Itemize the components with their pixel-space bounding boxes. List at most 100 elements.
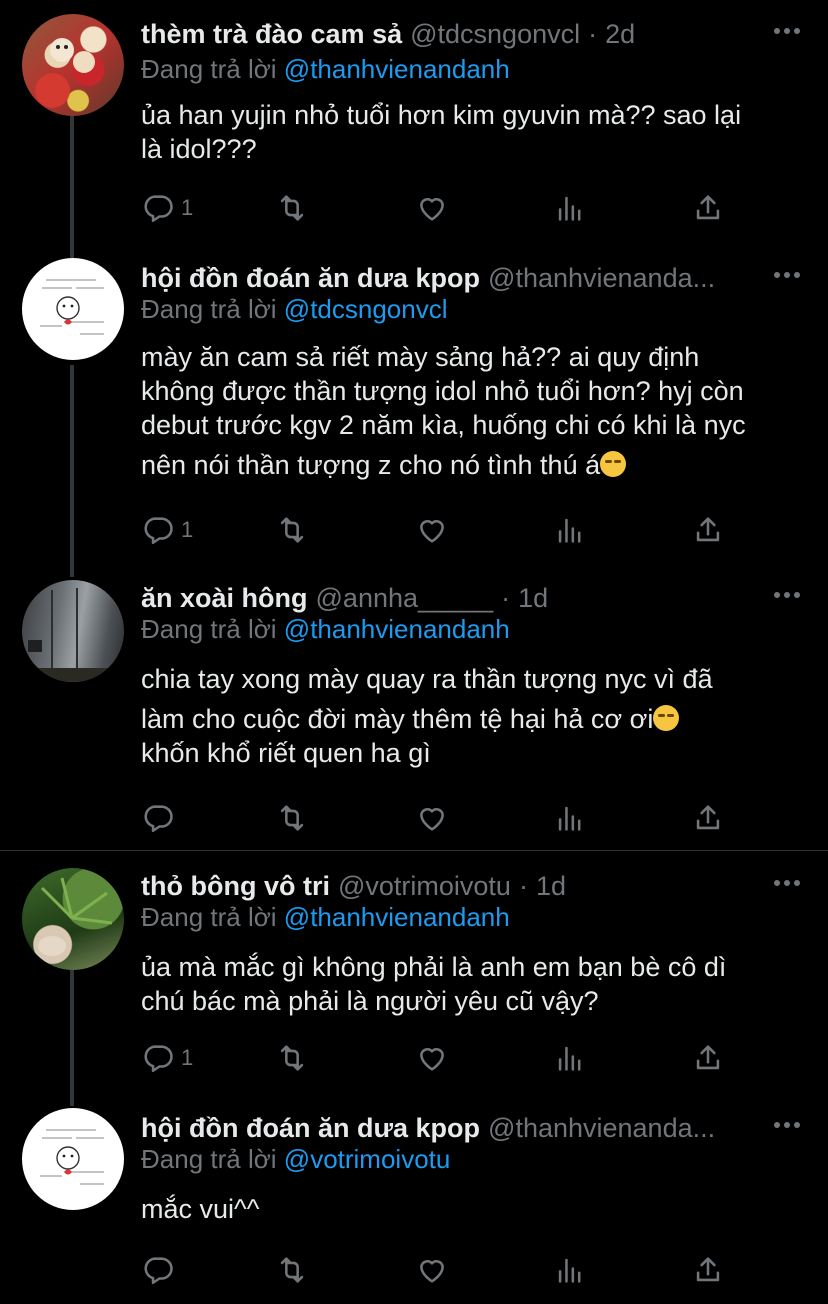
reply-count: 1 — [181, 1045, 194, 1070]
replying-to-mention[interactable]: @thanhvienandanh — [284, 54, 510, 84]
retweet-button[interactable] — [275, 1038, 309, 1078]
reply-button[interactable]: 1 — [141, 510, 193, 550]
heart-icon — [420, 808, 444, 831]
tweet[interactable]: thỏ bông vô tri @votrimoivotu · 1d Đang … — [0, 866, 828, 1106]
timestamp[interactable]: 1d — [518, 583, 548, 614]
heart-icon — [420, 1048, 444, 1071]
user-handle[interactable]: @annha_____ — [316, 583, 494, 614]
heart-icon — [420, 520, 444, 543]
reply-icon — [144, 805, 173, 833]
heart-icon — [420, 198, 444, 221]
more-options-icon[interactable] — [774, 1112, 800, 1138]
retweet-icon — [280, 805, 304, 831]
replying-to-label: Đang trả lời — [141, 614, 277, 644]
avatar[interactable] — [22, 1108, 124, 1210]
retweet-button[interactable] — [275, 798, 309, 838]
analytics-button[interactable] — [553, 1250, 587, 1290]
reply-button[interactable] — [141, 798, 181, 838]
reply-count: 1 — [181, 517, 194, 542]
user-handle[interactable]: @thanhvienanda... — [488, 1113, 762, 1144]
display-name[interactable]: hội đồn đoán ăn dưa kpop — [141, 1113, 480, 1144]
reply-button[interactable]: 1 — [141, 1038, 193, 1078]
more-options-icon[interactable] — [774, 18, 800, 44]
tweet-actions — [141, 798, 731, 838]
tweet-text-line: mắc vui^^ — [141, 1194, 260, 1224]
doodle-avatar-icon — [40, 1129, 104, 1185]
separator-dot: · — [501, 582, 511, 613]
like-button[interactable] — [415, 510, 449, 550]
tweet-text-line: làm cho cuộc đời mày thêm tệ hại hả cơ ơ… — [141, 702, 804, 736]
avatar[interactable] — [22, 580, 124, 682]
replying-to: Đang trả lời @thanhvienandanh — [141, 614, 510, 645]
analytics-button[interactable] — [553, 188, 587, 228]
share-button[interactable] — [691, 798, 725, 838]
display-name[interactable]: thỏ bông vô tri — [141, 871, 330, 902]
tweet-text: chia tay xong mày quay ra thần tượng nyc… — [141, 662, 804, 770]
like-button[interactable] — [415, 188, 449, 228]
tweet[interactable]: ăn xoài hông @annha_____ · 1d Đang trả l… — [0, 578, 828, 838]
reply-icon — [144, 1257, 173, 1285]
tweet-text: ủa mà mắc gì không phải là anh em bạn bè… — [141, 950, 804, 1018]
share-icon — [696, 517, 720, 542]
retweet-button[interactable] — [275, 188, 309, 228]
retweet-icon — [280, 195, 304, 221]
avatar[interactable] — [22, 14, 124, 116]
replying-to-mention[interactable]: @votrimoivotu — [284, 1144, 451, 1174]
avatar[interactable] — [22, 258, 124, 360]
tweet-header: ăn xoài hông @annha_____ · 1d — [141, 578, 762, 618]
display-name[interactable]: thèm trà đào cam sả — [141, 19, 402, 50]
avatar[interactable] — [22, 868, 124, 970]
replying-to-mention[interactable]: @tdcsngonvcl — [284, 294, 448, 324]
tweet-text-line: khốn khổ riết quen ha gì — [141, 738, 431, 768]
replying-to: Đang trả lời @thanhvienandanh — [141, 54, 510, 85]
analytics-button[interactable] — [553, 798, 587, 838]
tweet-text-line: ủa mà mắc gì không phải là anh em bạn bè… — [141, 952, 727, 982]
like-button[interactable] — [415, 1250, 449, 1290]
share-icon — [696, 1257, 720, 1282]
more-options-icon[interactable] — [774, 262, 800, 288]
tweet[interactable]: hội đồn đoán ăn dưa kpop @thanhvienanda.… — [0, 1108, 828, 1304]
replying-to: Đang trả lời @votrimoivotu — [141, 1144, 450, 1175]
share-button[interactable] — [691, 1250, 725, 1290]
tweet-text-line: chú bác mà phải là người yêu cũ vậy? — [141, 986, 599, 1016]
dark-photo-avatar-icon — [22, 588, 124, 682]
user-handle[interactable]: @votrimoivotu — [338, 871, 511, 902]
reply-button[interactable]: 1 — [141, 188, 193, 228]
tweet-actions: 1 — [141, 510, 731, 550]
replying-to: Đang trả lời @thanhvienandanh — [141, 902, 510, 933]
like-button[interactable] — [415, 798, 449, 838]
more-options-icon[interactable] — [774, 870, 800, 896]
user-handle[interactable]: @thanhvienanda... — [488, 263, 762, 294]
timestamp[interactable]: 1d — [536, 871, 566, 902]
analytics-icon — [558, 806, 581, 831]
replying-to-mention[interactable]: @thanhvienandanh — [284, 902, 510, 932]
plush-toys-avatar-icon — [50, 38, 95, 73]
retweet-icon — [280, 1257, 304, 1283]
analytics-icon — [558, 518, 581, 543]
tweet[interactable]: hội đồn đoán ăn dưa kpop @thanhvienanda.… — [0, 258, 828, 558]
share-button[interactable] — [691, 510, 725, 550]
analytics-button[interactable] — [553, 510, 587, 550]
tweet-text-fragment: nên nói thần tượng z cho nó tình thú á — [141, 450, 601, 480]
retweet-button[interactable] — [275, 510, 309, 550]
replying-to-mention[interactable]: @thanhvienandanh — [284, 614, 510, 644]
share-button[interactable] — [691, 188, 725, 228]
heart-icon — [420, 1260, 444, 1283]
display-name[interactable]: hội đồn đoán ăn dưa kpop — [141, 263, 480, 294]
analytics-button[interactable] — [553, 1038, 587, 1078]
reply-button[interactable] — [141, 1250, 181, 1290]
timestamp[interactable]: 2d — [605, 19, 635, 50]
user-handle[interactable]: @tdcsngonvcl — [410, 19, 580, 50]
share-button[interactable] — [691, 1038, 725, 1078]
more-options-icon[interactable] — [774, 582, 800, 608]
tweet-header: thỏ bông vô tri @votrimoivotu · 1d — [141, 866, 762, 906]
display-name[interactable]: ăn xoài hông — [141, 583, 308, 614]
like-button[interactable] — [415, 1038, 449, 1078]
tweet-text-line: mày ăn cam sả riết mày sảng hả?? ai quy … — [141, 342, 700, 372]
retweet-button[interactable] — [275, 1250, 309, 1290]
tweet-header: thèm trà đào cam sả @tdcsngonvcl · 2d — [141, 14, 762, 54]
tweet[interactable]: thèm trà đào cam sả @tdcsngonvcl · 2d Đa… — [0, 14, 828, 244]
doodle-avatar-icon — [40, 279, 104, 335]
share-icon — [696, 805, 720, 830]
replying-to-label: Đang trả lời — [141, 902, 277, 932]
